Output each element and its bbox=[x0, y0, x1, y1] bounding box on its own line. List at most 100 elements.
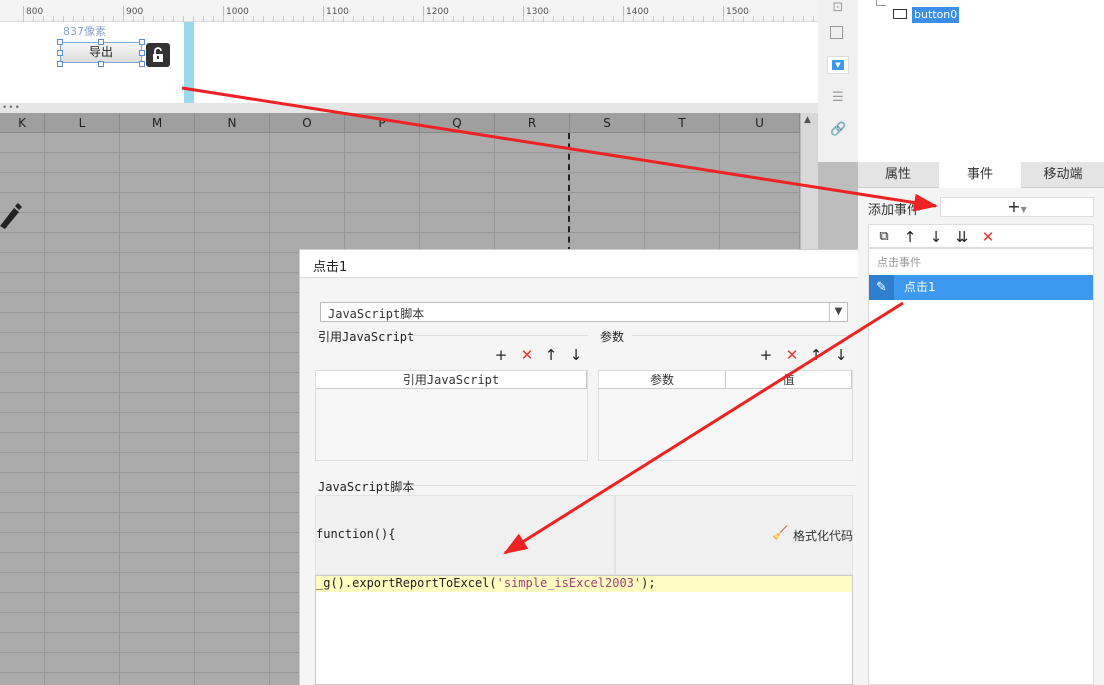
column-header-p[interactable]: P bbox=[345, 113, 420, 133]
resize-handle[interactable] bbox=[57, 50, 63, 56]
resize-handle[interactable] bbox=[139, 61, 145, 67]
ref-js-table[interactable]: 引用JavaScript bbox=[315, 370, 588, 461]
column-header-t[interactable]: T bbox=[645, 113, 720, 133]
add-icon: + bbox=[1007, 197, 1021, 216]
add-icon[interactable]: + bbox=[492, 346, 510, 364]
code-line[interactable]: _g().exportReportToExcel('simple_isExcel… bbox=[316, 576, 852, 592]
move-down-icon[interactable]: ↓ bbox=[567, 346, 585, 364]
widget-info-icon[interactable]: ⊡ bbox=[830, 0, 846, 16]
grid-row-line bbox=[0, 172, 800, 173]
ref-js-toolbar: + ✕ ↑ ↓ bbox=[492, 346, 588, 364]
add-event-label: 添加事件 bbox=[868, 203, 921, 218]
column-header-q[interactable]: Q bbox=[420, 113, 495, 133]
params-label: 参数 bbox=[600, 330, 625, 344]
script-type-select[interactable]: JavaScript脚本 ▼ bbox=[320, 302, 848, 322]
canvas-boundary-bar bbox=[184, 22, 194, 103]
link-icon[interactable]: 🔗 bbox=[830, 122, 846, 138]
horizontal-ruler: 800 900 1000 1100 1200 1300 1400 1500 bbox=[0, 0, 818, 22]
column-header-s[interactable]: S bbox=[570, 113, 645, 133]
function-header: function(){ bbox=[316, 527, 396, 541]
resize-handle[interactable] bbox=[98, 61, 104, 67]
ruler-label: 1000 bbox=[226, 7, 249, 17]
tree-item-label: button0 bbox=[912, 7, 960, 23]
delete-icon[interactable]: ✕ bbox=[518, 346, 536, 364]
tab-attributes[interactable]: 属性 bbox=[858, 162, 938, 188]
column-header-u[interactable]: U bbox=[720, 113, 800, 133]
resize-handle[interactable] bbox=[57, 61, 63, 67]
column-header-m[interactable]: M bbox=[120, 113, 195, 133]
column-header: K L M N O P Q R S T U bbox=[0, 113, 818, 133]
delete-icon[interactable]: ✕ bbox=[783, 346, 801, 364]
move-down-icon[interactable]: ↓ bbox=[926, 227, 946, 247]
ruler-label: 800 bbox=[26, 7, 44, 17]
ruler-label: 1400 bbox=[626, 7, 649, 17]
grid-row-line bbox=[0, 192, 800, 193]
copy-icon[interactable]: ⧉ bbox=[874, 227, 894, 247]
ref-js-column: 引用JavaScript bbox=[316, 371, 587, 389]
resize-handle[interactable] bbox=[98, 39, 104, 45]
ruler-label: 1200 bbox=[426, 7, 449, 17]
event-category: 点击事件 bbox=[877, 256, 921, 269]
value-column: 值 bbox=[726, 371, 852, 389]
chevron-down-icon[interactable]: ▼ bbox=[829, 303, 847, 321]
move-bottom-icon[interactable]: ⇊ bbox=[952, 227, 972, 247]
grid-row-line bbox=[0, 212, 800, 213]
move-down-icon[interactable]: ↓ bbox=[832, 346, 850, 364]
add-event-button[interactable]: +▼ bbox=[940, 197, 1094, 217]
event-item-click1[interactable]: ✎ 点击1 bbox=[869, 275, 1093, 300]
widget-toolbar: ⊡ ▼ ☰ 🔗 bbox=[818, 0, 858, 162]
dialog-title-bar: 点击1 bbox=[300, 250, 858, 278]
grid-row-line bbox=[0, 152, 800, 153]
tab-mobile[interactable]: 移动端 bbox=[1022, 162, 1104, 188]
code-string: 'simple_isExcel2003' bbox=[496, 576, 642, 590]
move-up-icon[interactable]: ↑ bbox=[807, 346, 825, 364]
ruler-label: 1300 bbox=[526, 7, 549, 17]
column-header-r[interactable]: R bbox=[495, 113, 570, 133]
code-prefix: _g().exportReportToExcel( bbox=[316, 576, 497, 590]
js-section-label: JavaScript脚本 bbox=[318, 480, 415, 494]
column-header-n[interactable]: N bbox=[195, 113, 270, 133]
pane-splitter[interactable]: ••• bbox=[0, 103, 818, 113]
scroll-up-icon[interactable]: ▲ bbox=[804, 115, 811, 125]
frame-icon[interactable] bbox=[830, 26, 843, 39]
event-list bbox=[868, 248, 1094, 685]
column-header-l[interactable]: L bbox=[45, 113, 120, 133]
dropdown-widget-icon[interactable]: ▼ bbox=[827, 56, 849, 74]
add-icon[interactable]: + bbox=[757, 346, 775, 364]
size-label: 837像素 bbox=[63, 25, 106, 38]
ruler-label: 1500 bbox=[726, 7, 749, 17]
move-up-icon[interactable]: ↑ bbox=[542, 346, 560, 364]
ruler-label: 900 bbox=[126, 7, 144, 17]
resize-handle[interactable] bbox=[57, 39, 63, 45]
params-toolbar: + ✕ ↑ ↓ bbox=[757, 346, 853, 364]
params-table[interactable]: 参数 值 bbox=[598, 370, 853, 461]
resize-handle[interactable] bbox=[139, 39, 145, 45]
column-header-o[interactable]: O bbox=[270, 113, 345, 133]
ruler-label: 1100 bbox=[326, 7, 349, 17]
event-item-label: 点击1 bbox=[904, 280, 936, 294]
broom-icon: 🧹 bbox=[772, 526, 789, 541]
resize-handle[interactable] bbox=[139, 50, 145, 56]
vertical-scrollbar[interactable]: ▲ bbox=[800, 113, 818, 253]
widget-tree bbox=[858, 0, 1104, 162]
column-header-k[interactable]: K bbox=[0, 113, 45, 133]
ref-js-label: 引用JavaScript bbox=[318, 330, 415, 344]
tree-connector bbox=[876, 0, 886, 6]
edit-icon[interactable]: ✎ bbox=[869, 275, 894, 300]
param-column: 参数 bbox=[599, 371, 726, 389]
delete-icon[interactable]: ✕ bbox=[978, 227, 998, 247]
event-toolbar: ⧉ ↑ ↓ ⇊ ✕ bbox=[868, 224, 1094, 248]
grid-row-line bbox=[0, 232, 800, 233]
tab-events[interactable]: 事件 bbox=[939, 162, 1021, 188]
layout-icon[interactable]: ☰ bbox=[830, 90, 846, 106]
pencil-icon bbox=[0, 200, 22, 230]
move-up-icon[interactable]: ↑ bbox=[900, 227, 920, 247]
button-widget-icon bbox=[893, 9, 907, 19]
chevron-down-icon: ▼ bbox=[1020, 205, 1027, 214]
dialog-title: 点击1 bbox=[313, 260, 348, 275]
code-suffix: ); bbox=[641, 576, 656, 590]
unlock-icon[interactable] bbox=[146, 43, 170, 67]
export-button[interactable]: 导出 bbox=[60, 42, 142, 63]
property-tabs: 属性 事件 移动端 bbox=[858, 162, 1104, 188]
script-type-value: JavaScript脚本 bbox=[328, 307, 425, 321]
